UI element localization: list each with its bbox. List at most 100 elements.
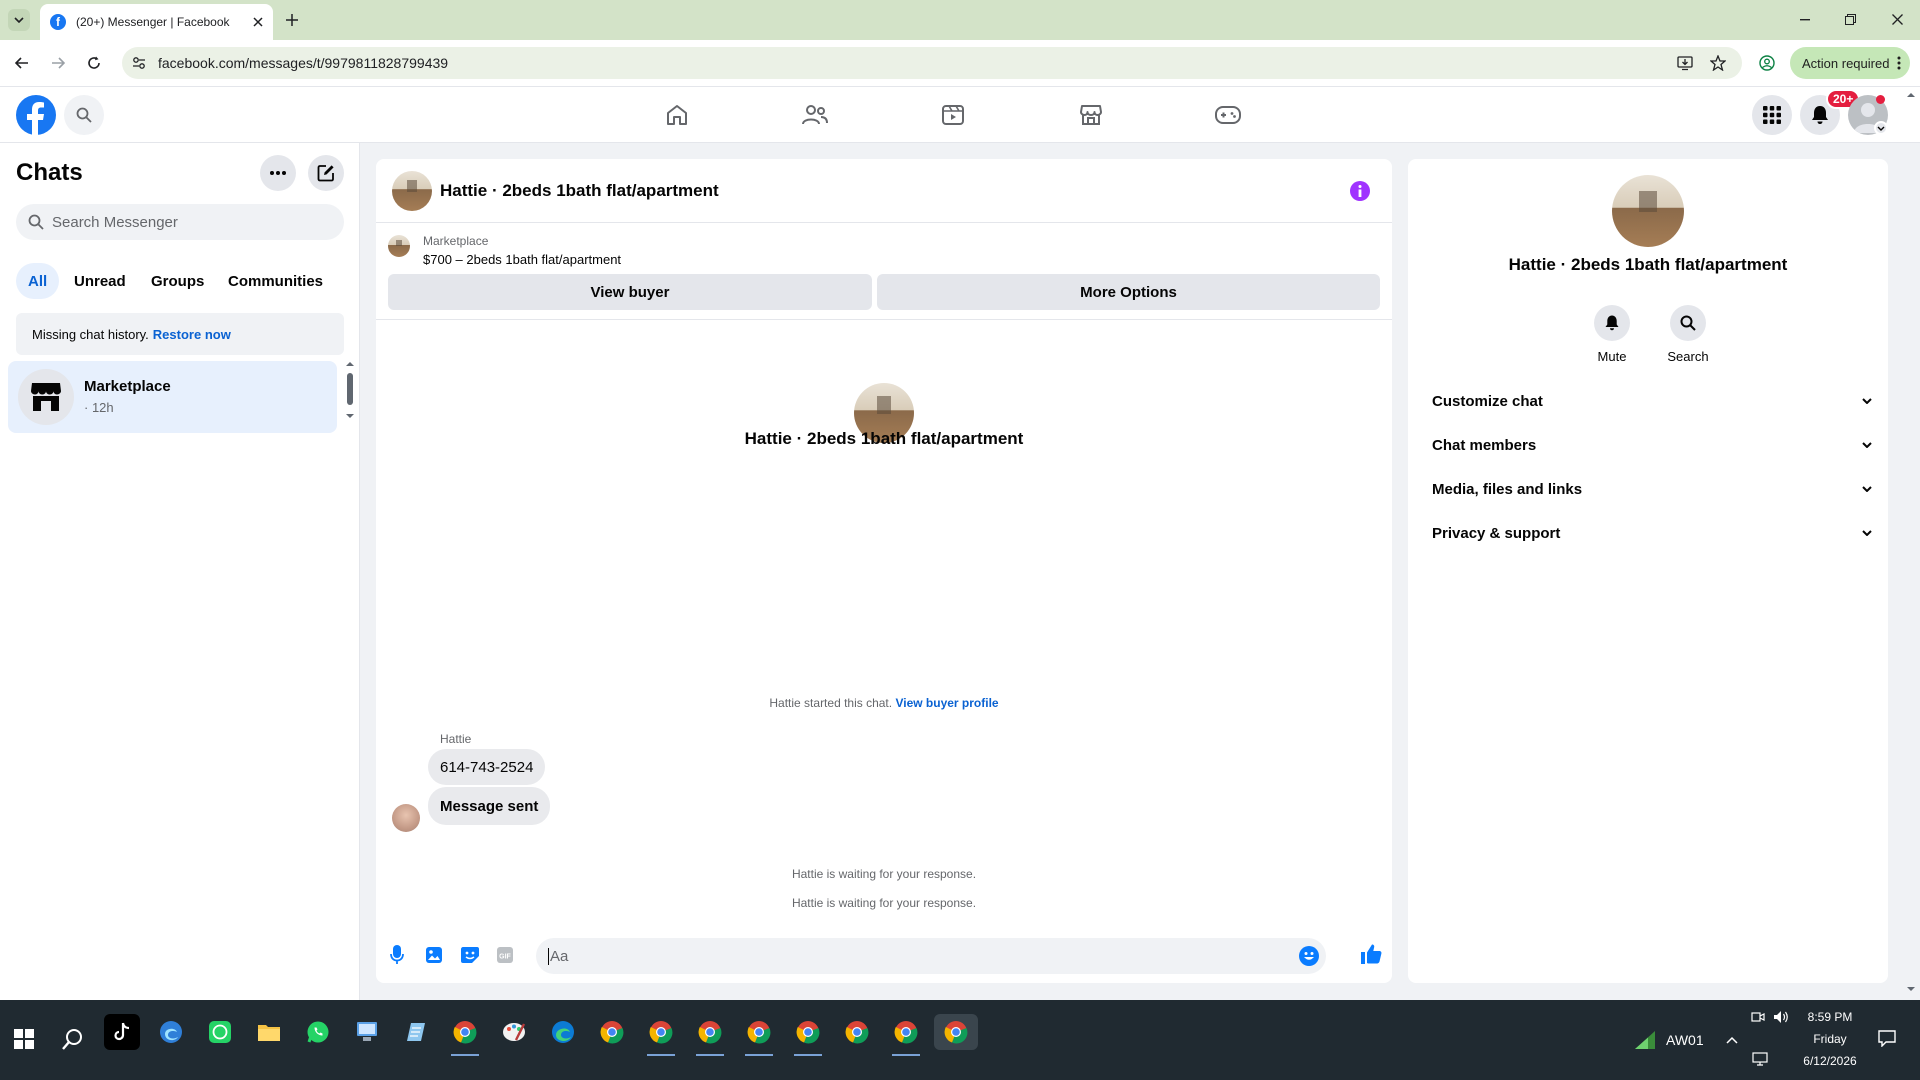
search-action[interactable]: Search: [1664, 305, 1712, 364]
microphone-icon[interactable]: [390, 945, 404, 965]
chrome-app[interactable]: [447, 1014, 483, 1056]
windows-start-icon[interactable]: [14, 1029, 34, 1049]
site-info-icon[interactable]: [132, 56, 146, 70]
search-in-conversation-button[interactable]: [1670, 305, 1706, 341]
filter-unread[interactable]: Unread: [62, 263, 138, 299]
emoji-icon[interactable]: [1299, 946, 1319, 966]
sidebar-scrollbar[interactable]: [344, 361, 356, 431]
photo-icon[interactable]: [425, 946, 443, 964]
edge-dev-icon: [160, 1021, 182, 1043]
file-explorer-app[interactable]: [251, 1014, 287, 1050]
chrome-active-app[interactable]: [934, 1014, 978, 1050]
privacy-support-section[interactable]: Privacy & support: [1424, 511, 1880, 555]
account-menu-toggle[interactable]: [1874, 121, 1888, 135]
scroll-down-icon[interactable]: [1906, 986, 1916, 992]
message-input[interactable]: Aa: [536, 938, 1326, 974]
volume-icon[interactable]: [1773, 1010, 1789, 1024]
sender-avatar[interactable]: [392, 804, 420, 832]
conversation-avatar[interactable]: [392, 171, 432, 211]
notepad-app[interactable]: [398, 1014, 434, 1050]
whatsapp-business-app[interactable]: [202, 1014, 238, 1050]
back-icon[interactable]: [15, 57, 29, 69]
chrome-profile-app[interactable]: [888, 1014, 924, 1056]
action-required-button[interactable]: Action required: [1790, 47, 1910, 79]
reload-icon[interactable]: [87, 56, 101, 70]
message-bubble[interactable]: 614-743-2524: [428, 749, 546, 785]
search-messenger-input[interactable]: Search Messenger: [16, 204, 344, 240]
filter-communities[interactable]: Communities: [216, 263, 335, 299]
mute-button[interactable]: [1594, 305, 1630, 341]
paint-app[interactable]: [496, 1014, 532, 1050]
scrollbar-thumb[interactable]: [347, 373, 353, 405]
details-avatar[interactable]: [1612, 175, 1684, 247]
chat-options-button[interactable]: [260, 155, 296, 191]
meet-now-icon[interactable]: [1751, 1010, 1765, 1024]
network-signal-icon[interactable]: [1634, 1030, 1656, 1050]
chrome-profile-app[interactable]: [692, 1014, 728, 1056]
display-icon[interactable]: [1752, 1052, 1768, 1066]
customize-chat-section[interactable]: Customize chat: [1424, 379, 1880, 423]
edge-app[interactable]: [545, 1014, 581, 1050]
whatsapp-app[interactable]: [300, 1014, 336, 1050]
clock-time[interactable]: 8:59 PM: [1800, 1010, 1860, 1024]
nav-home[interactable]: [621, 87, 733, 143]
page-scrollbar[interactable]: [1904, 90, 1918, 996]
conversation-info-button[interactable]: [1350, 181, 1370, 201]
profile-sync-icon[interactable]: [1759, 55, 1775, 71]
listing-thumbnail[interactable]: [388, 235, 410, 257]
conversation-title[interactable]: Hattie · 2beds 1bath flat/apartment: [440, 181, 719, 201]
bookmark-star-icon[interactable]: [1710, 55, 1726, 71]
sticker-icon[interactable]: [460, 946, 480, 964]
chrome-profile-app[interactable]: [741, 1014, 777, 1056]
new-tab-icon[interactable]: [286, 14, 298, 26]
chevron-up-icon[interactable]: [1726, 1036, 1738, 1044]
nav-video[interactable]: [897, 87, 1009, 143]
install-app-icon[interactable]: [1677, 55, 1693, 71]
filter-all[interactable]: All: [16, 263, 60, 299]
view-buyer-button[interactable]: View buyer: [388, 274, 872, 310]
chrome-profile-app[interactable]: [839, 1014, 875, 1050]
view-buyer-profile-link[interactable]: View buyer profile: [895, 696, 998, 710]
restore-window-icon[interactable]: [1845, 14, 1856, 25]
gif-icon[interactable]: GIF: [496, 946, 514, 964]
browser-tab[interactable]: f (20+) Messenger | Facebook: [40, 4, 273, 40]
close-window-icon[interactable]: [1892, 14, 1903, 25]
mute-action[interactable]: Mute: [1592, 305, 1632, 364]
tab-search-button[interactable]: [8, 9, 30, 31]
listing-title[interactable]: $700 – 2beds 1bath flat/apartment: [423, 252, 621, 267]
chat-list-item[interactable]: Marketplace · 12h: [8, 361, 337, 433]
chrome-profile-app[interactable]: [790, 1014, 826, 1056]
more-options-button[interactable]: More Options: [877, 274, 1380, 310]
clock-date[interactable]: 6/12/2026: [1793, 1054, 1867, 1068]
tiktok-app[interactable]: [104, 1014, 140, 1050]
edge-dev-app[interactable]: [153, 1014, 189, 1050]
scroll-up-icon[interactable]: [1906, 92, 1916, 98]
message-bubble[interactable]: Message sent: [428, 787, 551, 825]
facebook-search-button[interactable]: [64, 95, 104, 135]
minimize-icon[interactable]: [1800, 19, 1810, 21]
address-bar[interactable]: facebook.com/messages/t/9979811828799439: [122, 47, 1742, 79]
clock-day[interactable]: Friday: [1800, 1032, 1860, 1046]
video-icon: [942, 105, 964, 125]
chat-members-section[interactable]: Chat members: [1424, 423, 1880, 467]
notification-center-icon[interactable]: [1878, 1029, 1896, 1047]
taskbar-search-icon[interactable]: [62, 1028, 84, 1050]
scroll-up-icon[interactable]: [345, 361, 355, 367]
nav-friends[interactable]: [759, 87, 871, 143]
close-tab-icon[interactable]: [253, 17, 263, 27]
facebook-logo-icon[interactable]: [16, 95, 56, 135]
nav-marketplace[interactable]: [1035, 87, 1147, 143]
new-message-button[interactable]: [308, 155, 344, 191]
remote-desktop-app[interactable]: [349, 1014, 385, 1050]
restore-now-link[interactable]: Restore now: [153, 327, 231, 342]
menu-button[interactable]: [1752, 95, 1792, 135]
like-thumbs-up-icon[interactable]: [1360, 943, 1382, 965]
network-name[interactable]: AW01: [1666, 1032, 1704, 1048]
filter-groups[interactable]: Groups: [139, 263, 216, 299]
scroll-down-icon[interactable]: [345, 413, 355, 419]
media-files-links-section[interactable]: Media, files and links: [1424, 467, 1880, 511]
nav-gaming[interactable]: [1172, 87, 1284, 143]
chrome-app[interactable]: [594, 1014, 630, 1050]
chrome-profile-app[interactable]: [643, 1014, 679, 1056]
forward-icon[interactable]: [51, 57, 65, 69]
